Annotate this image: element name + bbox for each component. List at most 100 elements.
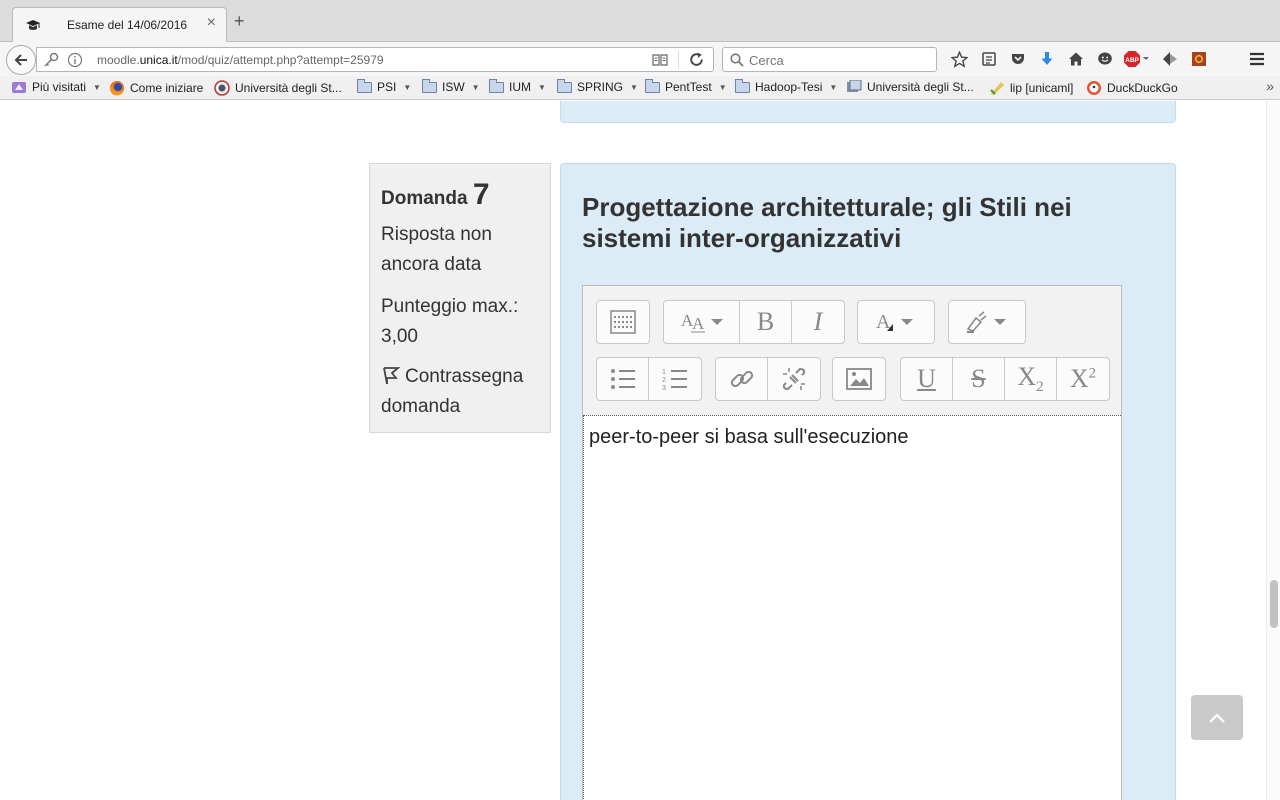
svg-text:3: 3 [662,385,666,392]
highlighter-icon [966,311,1006,333]
hamburger-menu-icon[interactable] [1248,50,1266,68]
previous-question-block [560,101,1176,123]
toolbar-toggle-button[interactable] [597,301,649,343]
bookmark-folder-spring[interactable]: SPRING ▼ [557,78,638,94]
back-to-top-button[interactable] [1191,695,1243,740]
background-color-button[interactable] [949,301,1025,343]
search-bar[interactable] [722,47,937,72]
toolbar-group-media [832,357,886,401]
url-text[interactable]: moodle.unica.it/mod/quiz/attempt.php?att… [97,53,384,67]
bold-button[interactable]: B [740,301,792,343]
bookmark-star-icon[interactable] [945,50,974,68]
question-max-score: Punteggio max.: 3,00 [381,296,519,347]
url-divider [678,51,679,69]
question-number: 7 [472,178,490,211]
svg-text:1: 1 [662,369,666,376]
folder-icon [422,78,437,93]
tab-close-icon[interactable]: × [207,14,216,32]
subscript-button[interactable]: X2 [1005,358,1057,400]
folder-icon [489,78,504,93]
show-more-buttons-icon [610,310,636,334]
toolbar-group-style: AA B I [663,300,845,344]
font-size-button[interactable]: AA [664,301,740,343]
italic-button[interactable]: I [792,301,844,343]
bookmark-universita-1[interactable]: Università degli St... [214,80,342,96]
superscript-icon: X2 [1069,364,1097,393]
link-button[interactable] [716,358,768,400]
firefox-icon [109,81,124,96]
strikethrough-button[interactable]: S [953,358,1005,400]
extension-puzzle-icon[interactable] [1155,50,1184,68]
pocket-icon[interactable] [1003,50,1032,68]
font-size-icon: AA [681,311,723,333]
folder-icon [557,78,572,93]
adblock-plus-icon[interactable]: ABP [1119,50,1155,68]
question-heading: Domanda 7 [381,178,539,212]
editor-toolbar: AA B I A 1 2 3 U S X2 X2 [583,286,1121,415]
ordered-list-button[interactable]: 123 [649,358,701,400]
bookmark-folder-psi[interactable]: PSI ▼ [357,78,411,94]
bookmark-folder-hadoop-tesi[interactable]: Hadoop-Tesi ▼ [735,78,837,94]
bookmark-folder-isw[interactable]: ISW ▼ [422,78,480,94]
page-scrollbar[interactable] [1266,101,1280,800]
url-bar[interactable]: moodle.unica.it/mod/quiz/attempt.php?att… [36,47,714,72]
bold-icon: B [756,307,775,336]
site-info-icon[interactable] [67,52,83,68]
answer-text: peer-to-peer si basa sull'esecuzione [589,426,909,448]
flag-question-link[interactable]: Contrassegna domanda [381,362,539,422]
answer-text-area[interactable]: peer-to-peer si basa sull'esecuzione [583,415,1121,800]
toolbar-group-links [715,357,821,401]
superscript-button[interactable]: X2 [1057,358,1109,400]
tab-title: Esame del 14/06/2016 [67,18,188,32]
underline-icon: U [917,364,936,393]
extension-sun-icon[interactable] [1184,50,1213,68]
bookmark-duckduckgo[interactable]: DuckDuckGo [1086,80,1178,96]
bullet-list-icon [610,369,635,389]
question-title: Progettazione architetturale; gli Stili … [582,192,1072,253]
smart-bookmark-icon [12,82,26,93]
back-button[interactable] [6,45,36,75]
unlink-icon [782,367,806,391]
reader-view-icon[interactable] [651,52,669,68]
folder-icon [357,78,372,93]
bookmark-piu-visitati[interactable]: Più visitati ▼ [11,80,101,94]
toolbar-group-text-style: U S X2 X2 [900,357,1110,401]
bookmark-folder-penttest[interactable]: PentTest ▼ [645,78,727,94]
search-input[interactable] [749,51,929,69]
key-icon[interactable] [43,52,59,68]
bookmark-universita-2[interactable]: Università degli St... [846,80,974,94]
chat-smiley-icon[interactable] [1090,50,1119,68]
font-color-button[interactable]: A [858,301,934,343]
lip-page-icon [990,82,1004,95]
reload-icon[interactable] [688,51,705,68]
bookmarks-overflow-icon[interactable]: » [1266,78,1274,94]
question-status: Risposta non ancora data [381,224,492,275]
search-icon [730,53,744,67]
question-info-panel: Domanda 7 Risposta non ancora data Punte… [369,163,551,433]
bookmark-folder-ium[interactable]: IUM ▼ [489,78,546,94]
toolbar-icons: ABP [945,50,1213,68]
unordered-list-button[interactable] [597,358,649,400]
strikethrough-icon: S [971,364,986,393]
tab-strip: Esame del 14/06/2016 × + [0,0,1280,43]
subscript-icon: X2 [1017,361,1044,396]
new-tab-button[interactable]: + [234,12,245,30]
download-icon[interactable] [1032,50,1061,68]
home-icon[interactable] [1061,50,1090,68]
scrollbar-thumb[interactable] [1270,580,1278,628]
back-arrow-icon [14,54,27,66]
bookmarks-library-icon[interactable] [974,50,1003,68]
underline-button[interactable]: U [901,358,953,400]
navigation-bar: moodle.unica.it/mod/quiz/attempt.php?att… [0,42,1280,76]
image-button[interactable] [833,358,885,400]
bookmark-lip-unicaml[interactable]: lip [unicaml] [989,80,1073,96]
university-seal-icon [214,80,230,96]
active-tab[interactable]: Esame del 14/06/2016 × [12,7,227,43]
question-content: Progettazione architetturale; gli Stili … [560,163,1176,800]
unlink-button[interactable] [768,358,820,400]
bookmark-come-iniziare[interactable]: Come iniziare [109,80,203,96]
folder-icon [645,78,660,93]
italic-icon: I [813,307,823,336]
university-page-icon [847,80,862,92]
svg-text:ABP: ABP [1125,57,1139,64]
